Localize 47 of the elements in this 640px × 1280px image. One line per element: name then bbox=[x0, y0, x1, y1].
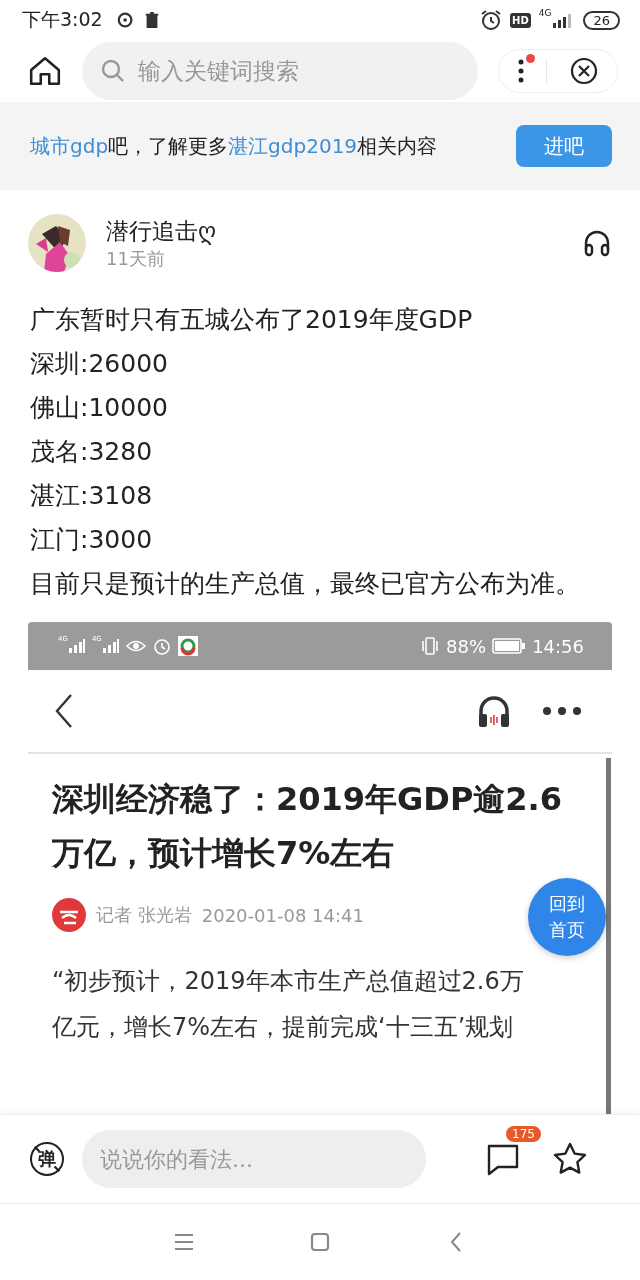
signal-icon bbox=[101, 639, 120, 653]
banner-text: 城市gdp吧，了解更多湛江gdp2019相关内容 bbox=[30, 132, 438, 160]
article-text: “初步预计，2019年本市生产总值超过2.6万 bbox=[52, 966, 524, 997]
status-time: 14:56 bbox=[532, 635, 584, 657]
article-date: 2020-01-08 14:41 bbox=[201, 904, 364, 926]
post-text: 目前只是预计的生产总值，最终已官方公布为准。 bbox=[30, 568, 581, 600]
post-text: 茂名:3280 bbox=[30, 436, 154, 468]
search-field[interactable]: 输入关键词搜索 bbox=[82, 42, 478, 100]
post-text: 佛山:10000 bbox=[30, 392, 169, 424]
headphones-icon[interactable] bbox=[476, 693, 512, 729]
reporter-name: 记者 张光岩 bbox=[96, 903, 192, 927]
post-text: 江门:3000 bbox=[30, 524, 154, 556]
battery-icon bbox=[492, 637, 527, 655]
post-text: 深圳:26000 bbox=[30, 348, 169, 380]
search-icon bbox=[100, 58, 126, 84]
app-icon bbox=[177, 636, 198, 656]
network-label: 4G bbox=[538, 8, 552, 18]
back-icon[interactable] bbox=[54, 693, 74, 729]
more-icon[interactable] bbox=[518, 58, 525, 84]
post-text: 广东暂时只有五城公布了2019年度GDP bbox=[30, 304, 474, 336]
alarm-icon bbox=[151, 636, 172, 656]
post-time: 11天前 bbox=[106, 246, 166, 271]
status-time: 下午3:02 bbox=[22, 7, 103, 32]
comment-count: 175 bbox=[506, 1126, 541, 1142]
home-icon[interactable] bbox=[28, 54, 62, 88]
article-title: 深圳经济稳了：2019年GDP逾2.6万亿，预计增长7%左右 bbox=[52, 779, 564, 874]
back-to-home-button[interactable]: 回到首页 bbox=[528, 878, 606, 956]
author-name[interactable]: 潜行追击ღ bbox=[106, 215, 562, 247]
disc-icon bbox=[116, 11, 135, 29]
star-icon[interactable] bbox=[552, 1141, 588, 1177]
headphones-icon[interactable] bbox=[582, 228, 612, 258]
battery-level: 26 bbox=[583, 10, 620, 30]
hd-badge: HD bbox=[510, 12, 531, 28]
close-icon[interactable] bbox=[569, 57, 598, 85]
article-text: 亿元，增长7%左右，提前完成‘十三五’规划 bbox=[52, 1012, 514, 1043]
battery-percent: 88% bbox=[446, 635, 487, 657]
more-icon[interactable] bbox=[542, 706, 582, 716]
post-text: 湛江:3108 bbox=[30, 480, 154, 512]
comment-field[interactable]: 说说你的看法... bbox=[82, 1130, 426, 1188]
scrollbar[interactable] bbox=[606, 758, 611, 1114]
comment-icon[interactable] bbox=[486, 1142, 520, 1176]
vibrate-icon bbox=[420, 636, 441, 656]
alarm-icon bbox=[480, 9, 503, 31]
danmaku-off-icon[interactable]: 弹 bbox=[30, 1142, 64, 1176]
signal-icon bbox=[67, 639, 86, 653]
home-square-icon[interactable] bbox=[308, 1230, 332, 1254]
source-logo-icon bbox=[52, 898, 86, 932]
